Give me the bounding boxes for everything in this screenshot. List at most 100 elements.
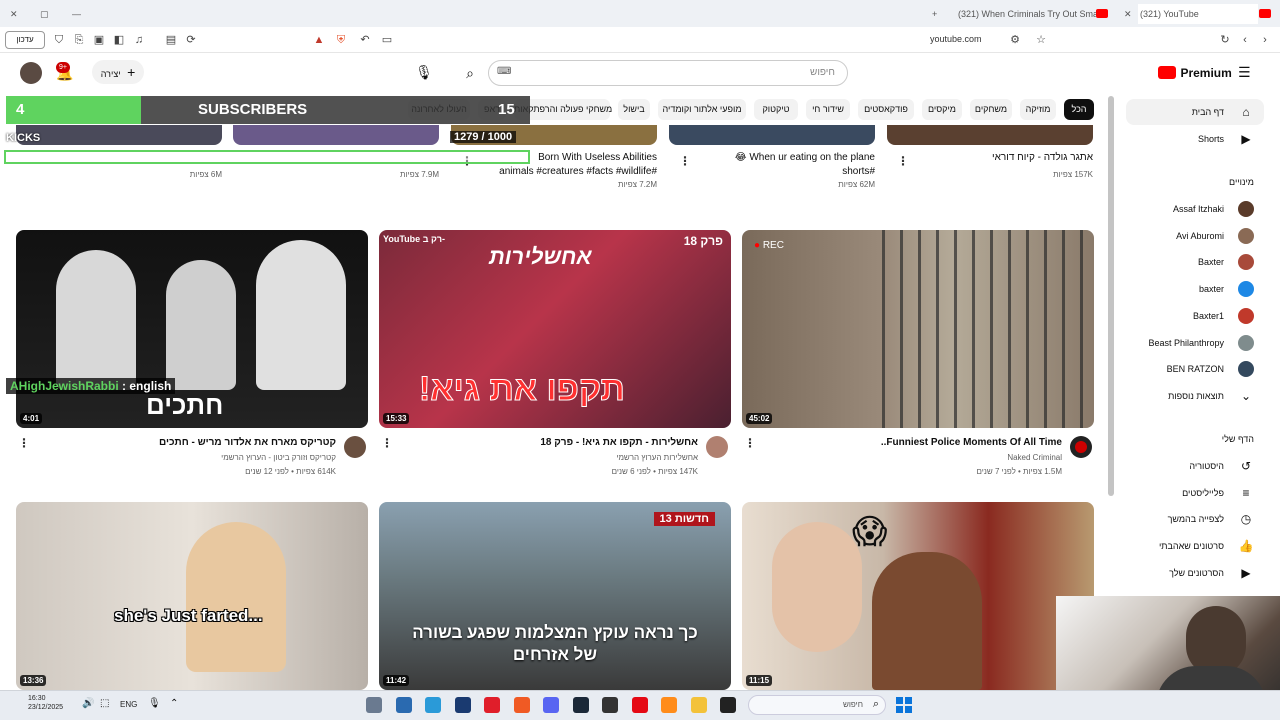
picture-in-picture-icon[interactable]: ▭ (380, 33, 394, 47)
forward-icon[interactable]: › (1258, 33, 1272, 47)
channel-name[interactable]: אחשלירות הערוץ הרשמי (616, 453, 698, 462)
subscriptions-header[interactable]: מינויים (1229, 169, 1254, 195)
channel-name[interactable]: קטריקס וזורק ביטון - הערוץ הרשמי (221, 453, 336, 462)
page-scrollbar[interactable] (1108, 96, 1114, 496)
brave-rewards-icon[interactable]: ▲ (312, 33, 326, 47)
sync-icon[interactable]: ⟳ (184, 33, 198, 47)
close-window-icon[interactable]: ✕ (10, 4, 22, 24)
netflix-icon[interactable] (631, 697, 648, 713)
video-thumbnail[interactable]: 😱 11:15 (742, 502, 1094, 690)
start-button[interactable] (896, 697, 912, 713)
new-tab-icon[interactable]: + (932, 4, 944, 24)
shield-icon[interactable]: ⛉ (52, 33, 66, 47)
sidebar-item[interactable]: סרטונים שאהבתי (1159, 533, 1224, 559)
more-options-icon[interactable]: ⋮ (18, 436, 30, 450)
channel-avatar[interactable] (706, 436, 728, 458)
video-title[interactable]: #animals #creatures #facts #wildlife (499, 166, 657, 177)
site-settings-icon[interactable]: ⚙ (1008, 33, 1022, 47)
video-thumbnail[interactable] (16, 125, 222, 145)
video-title[interactable]: אחשלירות - תקפו את גיא! - פרק 18 (540, 437, 698, 448)
video-title[interactable]: When ur eating on the plane 😂 (735, 152, 875, 163)
sidebar-item[interactable]: פלייליסטים (1182, 480, 1224, 506)
reload-icon[interactable]: ↶ (358, 33, 372, 47)
sidebar-toggle-button[interactable]: עדכון (5, 31, 45, 49)
sidebar-item[interactable]: תוצאות נוספות (1168, 383, 1224, 409)
create-button[interactable]: יצירה + (92, 60, 144, 84)
sidebar-item[interactable]: לצפייה בהמשך (1168, 506, 1224, 532)
taskbar-search[interactable]: ⌕ חיפוש (748, 695, 886, 715)
close-tab-icon[interactable]: ✕ (1124, 4, 1134, 24)
video-thumbnail[interactable] (669, 125, 875, 145)
sidebar-item[interactable]: היסטוריה (1189, 453, 1224, 479)
menu-icon[interactable]: ☰ (1238, 64, 1251, 81)
photoshop-icon[interactable] (454, 697, 471, 713)
video-thumbnail[interactable]: חדשות 13 כך נראה עוקץ המצלמות שפגע בשורה… (379, 502, 731, 690)
sidebar-item[interactable]: Avi Aburomi (1176, 223, 1224, 249)
bookmark-icon[interactable]: ☆ (1034, 33, 1048, 47)
channel-name[interactable]: Naked Criminal (1007, 453, 1062, 462)
youtube-logo[interactable]: Premium (1158, 64, 1232, 82)
microphone-icon[interactable]: 🎙 (148, 698, 161, 709)
chip-3[interactable]: מיקסים (922, 99, 962, 120)
sidebar-item[interactable]: דף הבית (1192, 99, 1224, 125)
input-language[interactable]: ENG (120, 700, 137, 709)
more-options-icon[interactable]: ⋮ (897, 154, 909, 168)
video-title[interactable]: #shorts (842, 166, 875, 177)
video-title[interactable]: אתגר גולדה - קיוח דוראי (992, 152, 1093, 163)
sidebar-item[interactable]: Baxter (1198, 249, 1224, 275)
address-bar[interactable]: youtube.com (930, 34, 982, 44)
telegram-icon[interactable] (425, 697, 441, 713)
sidebar-item[interactable]: Shorts (1198, 126, 1224, 152)
refresh-icon[interactable]: ↻ (1218, 33, 1232, 47)
sidebar-item[interactable]: baxter (1199, 276, 1224, 302)
sidebar-item[interactable]: Assaf Itzhaki (1173, 196, 1224, 222)
steam-icon[interactable] (572, 697, 589, 713)
search-input[interactable]: ⌨ חיפוש (488, 60, 848, 86)
taskbar-clock[interactable]: 16:30 23/12/2025 (28, 694, 63, 712)
paint-icon[interactable] (661, 697, 677, 713)
chip-7[interactable]: מופעי אלתור וקומדיה (658, 99, 746, 120)
screenshot-icon[interactable]: ⎘ (72, 33, 86, 47)
chip-2[interactable]: משחקים (970, 99, 1012, 120)
video-thumbnail[interactable]: YouTube רק ב- פרק 18 אחשלירות תקפו את גי… (379, 230, 731, 428)
back-icon[interactable]: ‹ (1238, 33, 1252, 47)
video-thumbnail[interactable] (233, 125, 439, 145)
chip-1[interactable]: מוזיקה (1020, 99, 1056, 120)
maximize-icon[interactable]: ▢ (40, 4, 52, 24)
chip-4[interactable]: פודקאסטים (858, 99, 914, 120)
sidebar-item[interactable]: Beast Philanthropy (1148, 330, 1224, 356)
keyboard-icon[interactable]: ⌨ (497, 66, 511, 77)
brave-shields-icon[interactable]: ⛨ (334, 33, 348, 47)
sidebar-item[interactable]: הסרטונים שלך (1169, 560, 1224, 586)
video-thumbnail[interactable]: she's Just farted... 13:36 (16, 502, 368, 690)
volume-icon[interactable]: 🔊 (82, 698, 94, 709)
video-title[interactable]: קטריקס מארח את אלדור מריש - חתכים (159, 437, 336, 448)
sidebar-item[interactable]: Baxter1 (1193, 303, 1224, 329)
wallet-icon[interactable]: ▣ (92, 33, 106, 47)
chip-5[interactable]: שידור חי (806, 99, 850, 120)
account-avatar[interactable] (20, 62, 42, 84)
search-button[interactable]: ⌕ (456, 60, 484, 86)
settings-icon[interactable] (366, 697, 382, 713)
chip-6[interactable]: טיקטוק (754, 99, 798, 120)
video-thumbnail[interactable]: חתכים 4:01 (16, 230, 368, 428)
music-icon[interactable]: ♫ (132, 33, 146, 47)
terminal-icon[interactable] (720, 697, 736, 713)
browser-tab-active[interactable]: (321) YouTube (1138, 4, 1258, 24)
channel-avatar[interactable] (1070, 436, 1092, 458)
browser-tab[interactable]: (321) When Criminals Try Out Smart (958, 4, 1108, 24)
more-options-icon[interactable]: ⋮ (744, 436, 756, 450)
more-options-icon[interactable]: ⋮ (381, 436, 393, 450)
discord-icon[interactable] (543, 697, 559, 713)
channel-avatar[interactable] (344, 436, 366, 458)
video-title[interactable]: Funniest Police Moments Of All Time.. (881, 437, 1062, 448)
voice-search-icon[interactable]: 🎙 (414, 62, 434, 82)
video-thumbnail[interactable]: ● REC 45:02 (742, 230, 1094, 428)
you-header[interactable]: הדף שלי (1222, 426, 1254, 452)
tray-expand-icon[interactable]: ⌃ (170, 698, 178, 709)
network-icon[interactable]: ⬚ (100, 698, 109, 709)
minimize-icon[interactable]: — (72, 4, 84, 24)
windows-explorer-icon[interactable] (395, 697, 412, 713)
file-explorer-icon[interactable] (690, 697, 707, 713)
video-thumbnail[interactable] (887, 125, 1093, 145)
